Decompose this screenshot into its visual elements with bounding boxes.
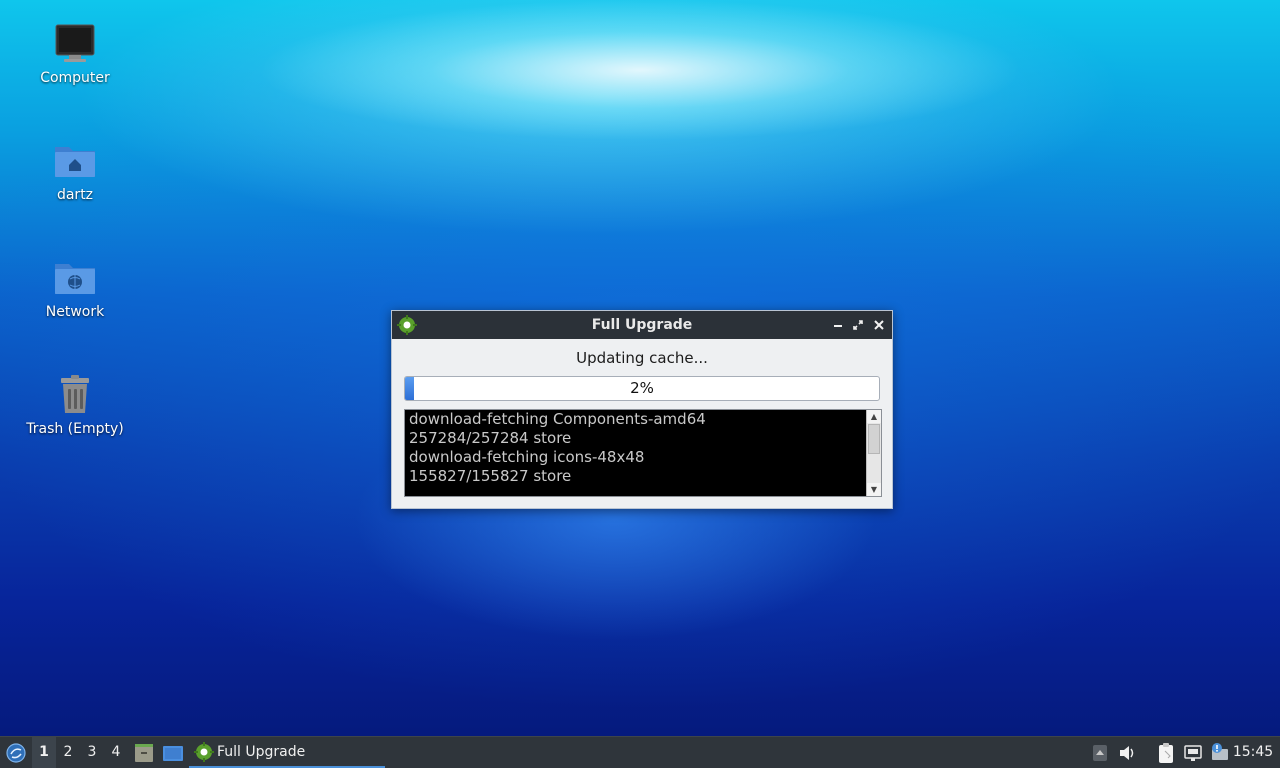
task-label: Full Upgrade — [217, 744, 306, 760]
minimize-icon — [834, 325, 842, 327]
task-full-upgrade[interactable]: Full Upgrade — [189, 737, 385, 768]
log-scrollbar[interactable]: ▲ ▼ — [866, 410, 881, 496]
desktop-icon-network[interactable]: Network — [15, 256, 135, 320]
log-lines: download-fetching Components-amd64 25728… — [409, 410, 863, 486]
progress-label: 2% — [630, 379, 654, 397]
volume-button[interactable] — [1116, 737, 1138, 768]
scroll-down-button[interactable]: ▼ — [867, 483, 881, 496]
desktop: Computer dartz Network Trash (Empty) Ful… — [0, 0, 1280, 736]
workspace-2-button[interactable]: 2 — [56, 737, 80, 768]
log-output[interactable]: download-fetching Components-amd64 25728… — [404, 409, 882, 497]
start-menu-button[interactable] — [4, 737, 28, 768]
log-line: 155827/155827 store — [409, 467, 572, 485]
clock[interactable]: 15:45 — [1230, 737, 1276, 768]
close-button[interactable] — [871, 317, 887, 333]
clipboard-icon — [1159, 743, 1173, 763]
maximize-button[interactable] — [850, 317, 866, 333]
dialog-titlebar[interactable]: Full Upgrade — [392, 311, 892, 339]
log-line: download-fetching icons-48x48 — [409, 448, 645, 466]
file-manager-launcher[interactable] — [132, 737, 156, 768]
scroll-thumb[interactable] — [868, 424, 880, 454]
network-wired-icon — [1184, 745, 1202, 761]
taskbar: 1 2 3 4 Full Upgrade 15:45 — [0, 736, 1280, 768]
scroll-up-button[interactable]: ▲ — [867, 410, 881, 423]
clipboard-button[interactable] — [1154, 737, 1178, 768]
home-folder-icon — [55, 147, 95, 177]
desktop-icon-label: dartz — [56, 187, 94, 203]
log-line: 257284/257284 store — [409, 429, 572, 447]
desktop-icon — [163, 746, 183, 761]
workspace-3-button[interactable]: 3 — [80, 737, 104, 768]
file-cabinet-icon — [135, 744, 153, 762]
close-icon — [874, 320, 884, 330]
show-desktop-button[interactable] — [160, 737, 186, 768]
tray-expand-button[interactable] — [1090, 737, 1110, 768]
desktop-icon-label: Network — [45, 304, 105, 320]
maximize-icon — [853, 320, 863, 330]
update-notification-icon — [1212, 743, 1228, 760]
network-folder-icon — [55, 264, 95, 294]
progress-bar: 2% — [404, 376, 880, 401]
full-upgrade-dialog: Full Upgrade Updating cache... 2% downlo… — [391, 310, 893, 509]
update-notifier-button[interactable] — [1207, 737, 1231, 768]
workspace-1-button[interactable]: 1 — [32, 737, 56, 768]
minimize-button[interactable] — [830, 317, 846, 333]
desktop-icon-home[interactable]: dartz — [15, 139, 135, 203]
gear-icon — [194, 742, 214, 762]
desktop-icon-trash[interactable]: Trash (Empty) — [15, 373, 135, 437]
log-line: download-fetching Components-amd64 — [409, 410, 706, 428]
desktop-icon-computer[interactable]: Computer — [15, 22, 135, 86]
trash-icon — [61, 375, 89, 413]
desktop-icon-label: Trash (Empty) — [26, 421, 124, 437]
lubuntu-logo-icon — [6, 743, 26, 763]
dialog-title: Full Upgrade — [591, 317, 693, 333]
computer-icon — [55, 24, 95, 62]
workspace-4-button[interactable]: 4 — [104, 737, 128, 768]
chevron-up-icon — [1093, 745, 1107, 761]
network-status-button[interactable] — [1181, 737, 1205, 768]
status-text: Updating cache... — [576, 349, 708, 367]
desktop-icon-label: Computer — [40, 70, 110, 86]
speaker-icon — [1120, 746, 1134, 760]
